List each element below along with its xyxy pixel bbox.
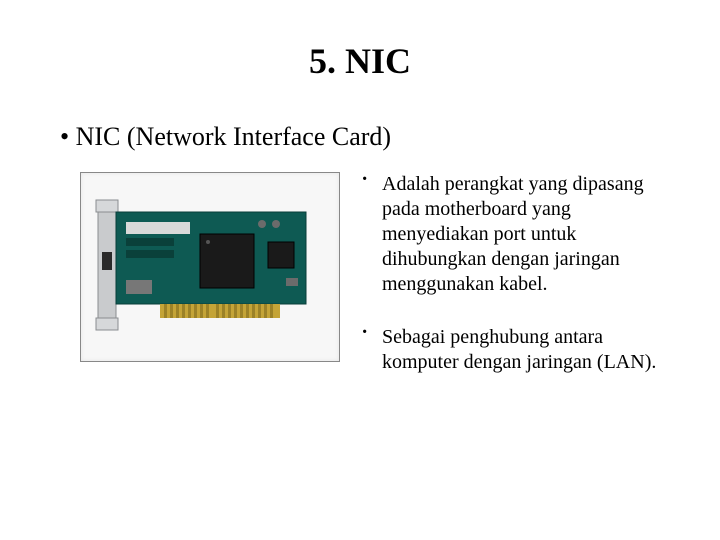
nic-card-icon	[90, 182, 330, 352]
sub-bullet: Adalah perangkat yang dipasang pada moth…	[360, 172, 680, 297]
sub-bullet-list: Adalah perangkat yang dipasang pada moth…	[360, 172, 690, 403]
sub-bullet: Sebagai penghubung antara komputer denga…	[360, 325, 680, 375]
slide-title: 5. NIC	[30, 40, 690, 82]
nic-image	[80, 172, 340, 362]
slide: 5. NIC NIC (Network Interface Card)	[0, 0, 720, 540]
content-row: Adalah perangkat yang dipasang pada moth…	[80, 172, 690, 403]
main-bullet: NIC (Network Interface Card)	[60, 122, 690, 152]
